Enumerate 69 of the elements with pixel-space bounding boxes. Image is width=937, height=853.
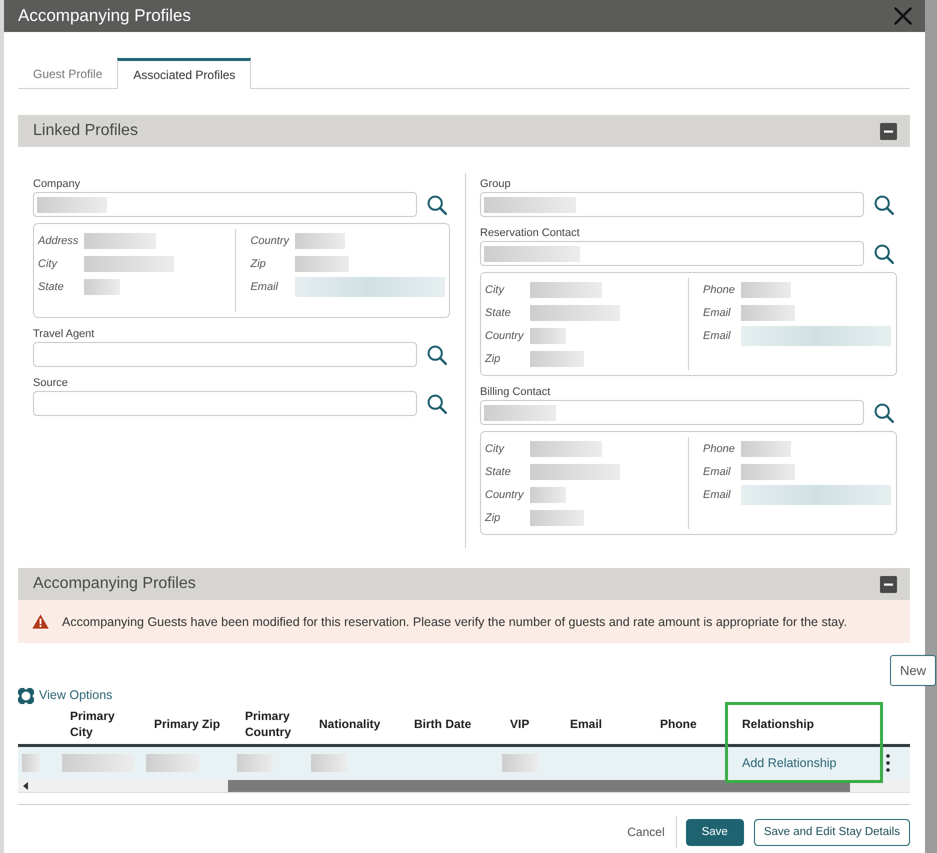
warning-icon bbox=[32, 614, 49, 629]
detail-label: Email bbox=[703, 466, 732, 478]
tab[interactable]: Associated Profiles bbox=[117, 58, 252, 89]
cancel-button[interactable]: Cancel bbox=[625, 818, 667, 846]
scrollbar[interactable] bbox=[18, 779, 910, 793]
column-header: Nationality bbox=[319, 716, 380, 732]
collapse-icon[interactable] bbox=[880, 576, 897, 592]
detail-label: Zip bbox=[485, 352, 502, 364]
dialog-title: Accompanying Profiles bbox=[18, 6, 191, 26]
input-field[interactable] bbox=[480, 400, 864, 425]
detail-label: Email bbox=[250, 280, 280, 292]
column-header: Birth Date bbox=[414, 716, 472, 732]
input-field[interactable] bbox=[33, 342, 417, 367]
input-field[interactable] bbox=[33, 391, 417, 416]
search-icon[interactable] bbox=[874, 402, 894, 422]
detail-label: City bbox=[485, 442, 506, 454]
close-icon[interactable] bbox=[894, 7, 912, 25]
add-relationship-link[interactable]: Add Relationship bbox=[742, 756, 837, 770]
column-header: VIP bbox=[510, 716, 530, 732]
column-header: Phone bbox=[660, 716, 697, 732]
detail-label: Zip bbox=[250, 258, 267, 270]
field-label: Source bbox=[33, 376, 68, 390]
input-field[interactable] bbox=[480, 241, 864, 266]
collapse-icon[interactable] bbox=[880, 122, 897, 140]
tab[interactable]: Guest Profile bbox=[18, 60, 118, 88]
column-header: Email bbox=[570, 716, 602, 732]
detail-label: State bbox=[485, 466, 512, 478]
column-header: Relationship bbox=[742, 716, 814, 732]
input-field[interactable] bbox=[480, 192, 864, 217]
detail-label: Country bbox=[485, 330, 524, 342]
detail-label: Zip bbox=[485, 512, 502, 524]
save-and-edit-button[interactable]: Save and Edit Stay Details bbox=[754, 818, 910, 846]
table-row[interactable]: Add Relationship bbox=[18, 747, 910, 779]
section-title: Linked Profiles bbox=[33, 122, 138, 140]
gear-icon bbox=[18, 688, 34, 704]
detail-label: Phone bbox=[703, 284, 735, 296]
scrollbar-thumb[interactable] bbox=[228, 780, 850, 792]
field-label: Group bbox=[480, 177, 511, 191]
field-label: Reservation Contact bbox=[480, 226, 580, 240]
search-icon[interactable] bbox=[874, 244, 894, 264]
field-label: Company bbox=[33, 177, 80, 191]
detail-label: Country bbox=[485, 488, 524, 500]
detail-label: City bbox=[38, 258, 58, 270]
column-header: Primary Zip bbox=[154, 716, 220, 732]
detail-label: Country bbox=[250, 234, 289, 246]
column-header: Primary City bbox=[70, 708, 116, 740]
new-button[interactable]: New bbox=[890, 655, 936, 686]
detail-label: State bbox=[485, 306, 512, 318]
detail-label: Address bbox=[38, 234, 78, 246]
detail-label: Phone bbox=[703, 442, 735, 454]
search-icon[interactable] bbox=[427, 394, 447, 414]
section-title: Accompanying Profiles bbox=[33, 575, 196, 593]
search-icon[interactable] bbox=[874, 194, 894, 214]
detail-label: Email bbox=[703, 488, 732, 500]
search-icon[interactable] bbox=[427, 194, 447, 214]
detail-label: Email bbox=[703, 306, 732, 318]
column-header: Primary Country bbox=[245, 708, 292, 740]
save-button[interactable]: Save bbox=[686, 818, 744, 846]
field-label: Travel Agent bbox=[33, 327, 94, 341]
search-icon[interactable] bbox=[427, 344, 447, 364]
left-arrow-icon[interactable] bbox=[23, 782, 28, 790]
detail-label: City bbox=[485, 284, 506, 296]
kebab-menu-icon[interactable] bbox=[886, 754, 890, 772]
detail-label: Email bbox=[703, 330, 732, 342]
field-label: Billing Contact bbox=[480, 385, 550, 399]
view-options-link[interactable]: View Options bbox=[18, 687, 112, 704]
detail-label: State bbox=[38, 280, 65, 292]
warning-message: Accompanying Guests have been modified for this reservation. Please verify the number of guests and rate amount is appropriate for the stay. bbox=[62, 614, 847, 628]
input-field[interactable] bbox=[33, 192, 417, 217]
